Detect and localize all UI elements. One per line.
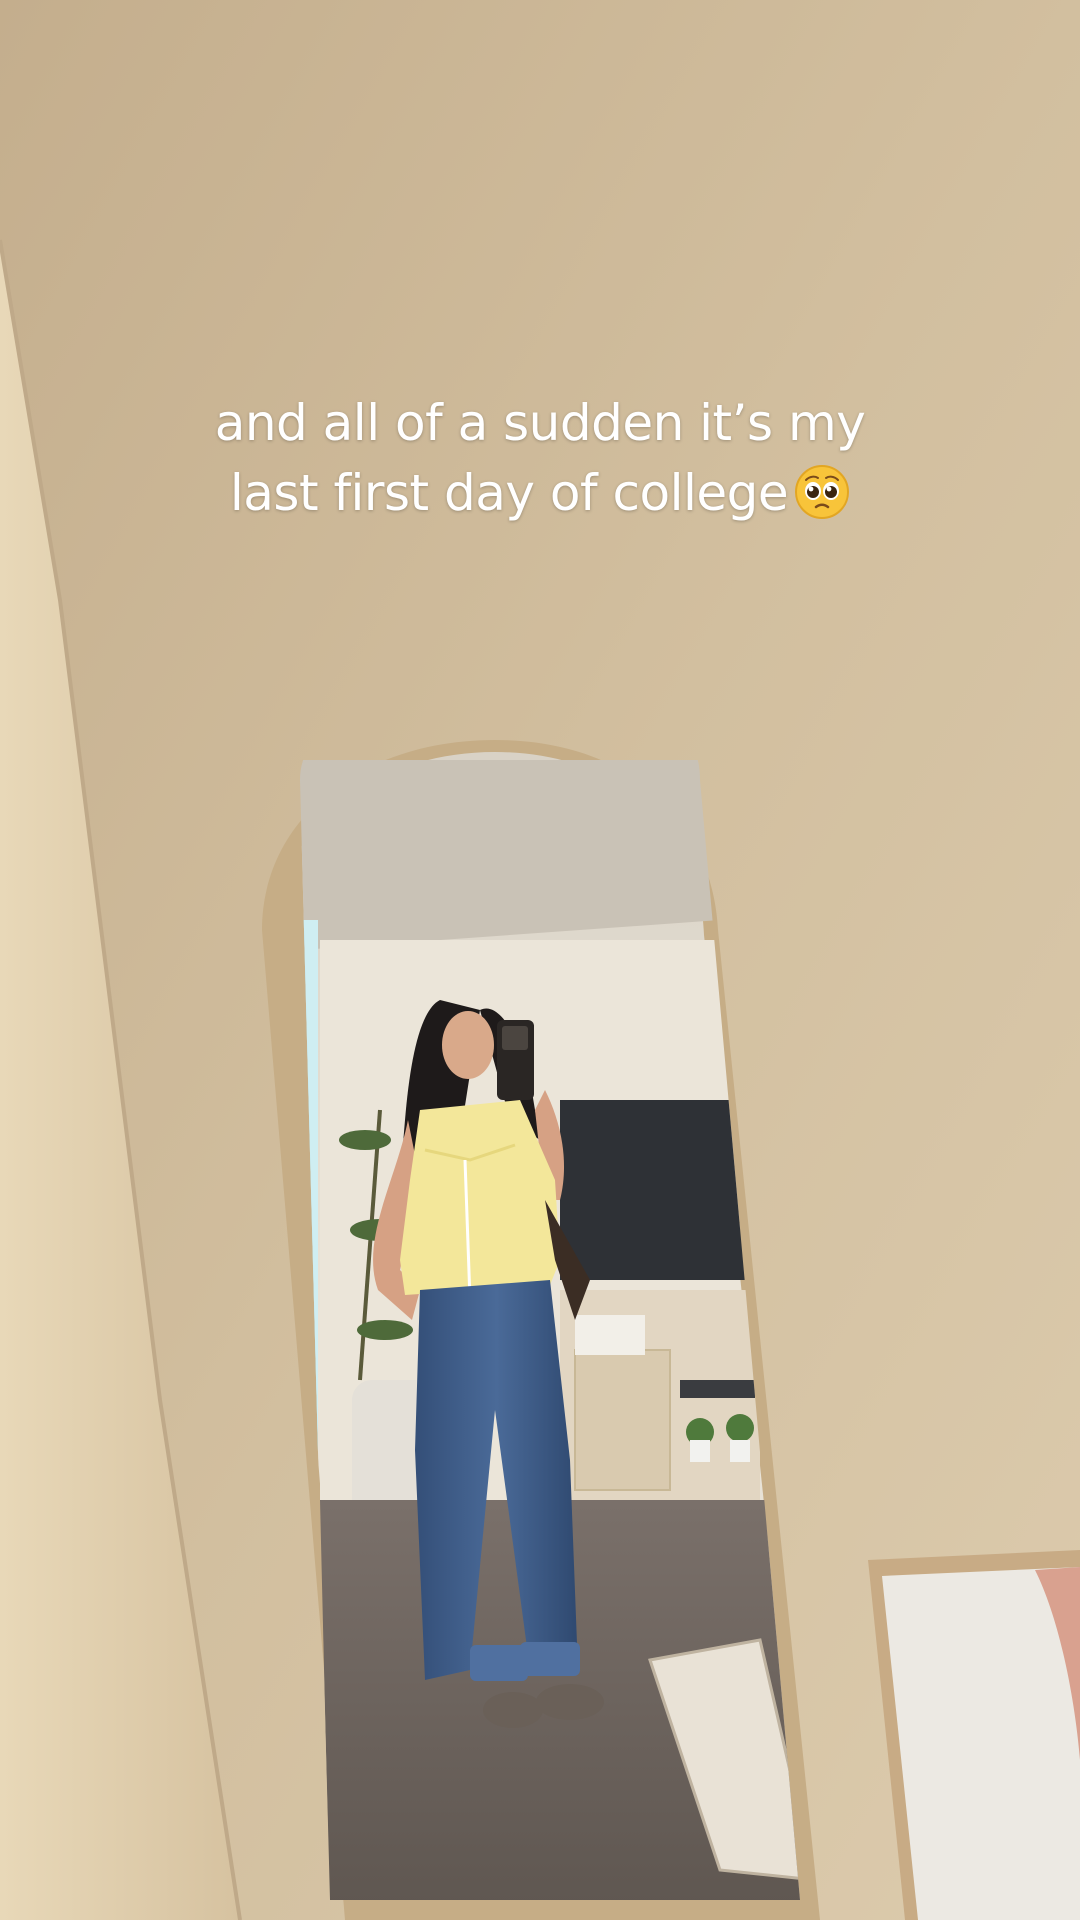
video-caption: and all of a sudden it’s my last first d… (0, 388, 1080, 528)
caption-line-1: and all of a sudden it’s my (214, 394, 866, 452)
tv (560, 1100, 750, 1280)
caption-line-2: last first day of college (0, 458, 1080, 528)
leaning-picture-frame (868, 1550, 1080, 1920)
mirror-selfie-scene (0, 0, 1080, 1920)
pleading-face-emoji-icon (795, 465, 850, 519)
caption-line-2-text: last first day of college (229, 464, 789, 522)
